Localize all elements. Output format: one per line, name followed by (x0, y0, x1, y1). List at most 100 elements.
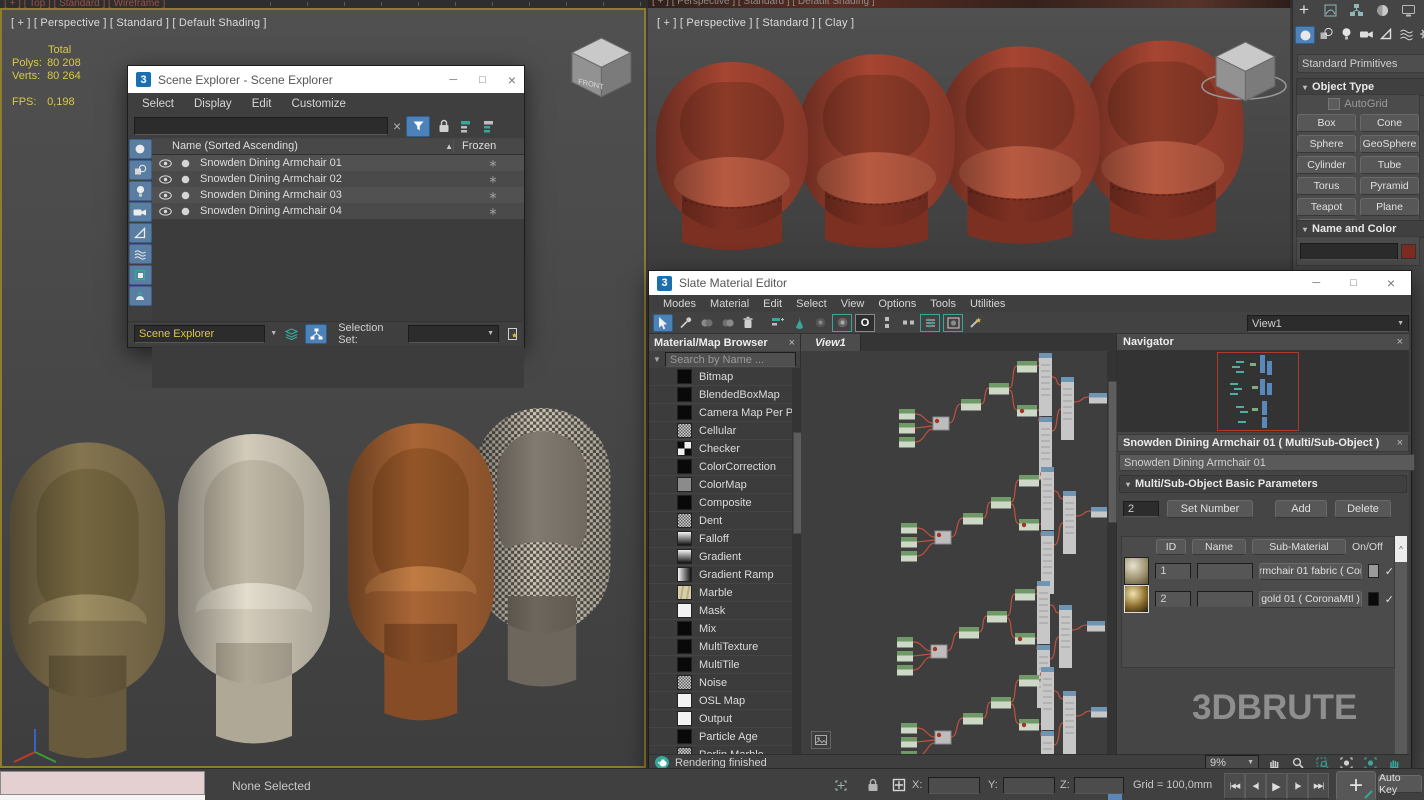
filter-helpers-icon[interactable] (129, 223, 152, 243)
geometry-category-icon[interactable] (1295, 26, 1315, 44)
object-name[interactable]: Snowden Dining Armchair 02 (192, 173, 462, 185)
filter-containers-icon[interactable] (129, 265, 152, 285)
maximize-button[interactable]: □ (479, 74, 486, 86)
navigator-view-rect[interactable] (1217, 352, 1299, 431)
go-to-start-button[interactable]: |◀◀ (1224, 773, 1245, 799)
lock-icon[interactable] (435, 118, 453, 134)
object-name[interactable]: Snowden Dining Armchair 03 (192, 189, 462, 201)
map-list-item[interactable]: Marble (649, 584, 792, 602)
shapes-category-icon[interactable] (1317, 26, 1335, 42)
material-count-field[interactable]: 2 (1123, 501, 1159, 517)
map-list-item[interactable]: MultiTexture (649, 638, 792, 656)
frozen-toggle-icon[interactable]: ∗ (462, 189, 524, 202)
map-list-item[interactable]: Output (649, 710, 792, 728)
submaterial-color-swatch[interactable] (1368, 592, 1379, 606)
primitive-button[interactable]: Tube (1360, 156, 1419, 174)
menu-customize[interactable]: Customize (292, 98, 346, 110)
object-color-swatch[interactable] (1401, 244, 1416, 259)
map-list-item[interactable]: Gradient (649, 548, 792, 566)
systems-category-icon[interactable] (1417, 26, 1424, 42)
table-row[interactable]: Snowden Dining Armchair 03 ∗ (152, 187, 524, 203)
table-row[interactable]: Snowden Dining Armchair 01 ∗ (152, 155, 524, 171)
viewport-label[interactable]: [ + ] [ Perspective ] [ Standard ] [ Def… (11, 17, 267, 29)
menu-utilities[interactable]: Utilities (970, 298, 1005, 310)
menu-select[interactable]: Select (796, 298, 827, 310)
submaterial-name-field[interactable] (1197, 563, 1254, 579)
map-list-item[interactable]: Mix (649, 620, 792, 638)
filter-geometry-icon[interactable] (129, 139, 152, 159)
browser-search-input[interactable]: Search by Name ... (665, 352, 796, 367)
id-column-button[interactable]: ID (1156, 539, 1186, 555)
navigator-thumbnail[interactable] (1117, 350, 1409, 432)
selection-region-icon[interactable] (832, 777, 850, 793)
macro-listener-strip[interactable] (0, 771, 205, 795)
menu-material[interactable]: Material (710, 298, 749, 310)
listener-white-strip[interactable] (0, 795, 205, 800)
tab-view1[interactable]: View1 (801, 334, 861, 351)
autogrid-checkbox[interactable] (1328, 98, 1340, 110)
object-name[interactable]: Snowden Dining Armchair 01 (192, 157, 462, 169)
motion-tab-icon[interactable] (1373, 2, 1391, 18)
canvas-image-icon[interactable] (811, 731, 831, 749)
previous-frame-button[interactable]: ◀|| (1245, 773, 1266, 799)
primitive-button[interactable]: Teapot (1297, 198, 1356, 216)
filter-icon[interactable] (406, 116, 430, 137)
close-button[interactable]: × (1387, 275, 1395, 291)
viewcube[interactable]: FRONT (562, 36, 642, 106)
show-background-icon[interactable] (832, 314, 852, 332)
menu-edit[interactable]: Edit (763, 298, 782, 310)
maximize-button[interactable]: □ (1350, 277, 1357, 289)
close-panel-icon[interactable]: × (1397, 437, 1408, 449)
node-canvas[interactable] (801, 351, 1107, 754)
play-button[interactable]: ▶ (1266, 773, 1287, 799)
map-list-item[interactable]: ColorMap (649, 476, 792, 494)
filter-cameras-icon[interactable] (129, 202, 152, 222)
layout-vertical-icon[interactable] (878, 315, 896, 331)
map-list-item[interactable]: Dent (649, 512, 792, 530)
minimize-button[interactable]: ─ (449, 74, 457, 86)
auto-key-button[interactable]: Auto Key (1378, 775, 1422, 793)
frozen-toggle-icon[interactable]: ∗ (462, 157, 524, 170)
set-number-button[interactable]: Set Number (1167, 500, 1253, 518)
material-preview-swatch[interactable] (1124, 585, 1149, 613)
primitive-button[interactable]: Box (1297, 114, 1356, 132)
absolute-mode-icon[interactable] (890, 777, 908, 793)
collapse-tree-icon[interactable] (481, 118, 499, 134)
filter-lights-icon[interactable] (129, 181, 152, 201)
primitive-button[interactable]: Sphere (1297, 135, 1356, 153)
primitive-category-dropdown[interactable]: Standard Primitives (1297, 54, 1424, 73)
browser-scrollbar[interactable] (792, 368, 801, 754)
delete-button[interactable]: Delete (1335, 500, 1391, 518)
menu-edit[interactable]: Edit (252, 98, 272, 110)
submaterial-id-field[interactable]: 1 (1155, 563, 1190, 579)
map-list-item[interactable]: Gradient Ramp (649, 566, 792, 584)
add-button[interactable]: Add (1275, 500, 1327, 518)
delete-icon[interactable] (739, 315, 757, 331)
layout-horizontal-icon[interactable] (899, 315, 917, 331)
close-panel-icon[interactable]: × (1397, 336, 1409, 348)
show-maps-toggle-icon[interactable]: O (855, 314, 875, 332)
browser-toggle-icon[interactable] (943, 314, 963, 332)
material-preview-icon[interactable] (790, 315, 808, 331)
view-selector-dropdown[interactable]: View1 ▼ (1247, 315, 1409, 332)
pick-material-icon[interactable] (676, 315, 694, 331)
material-preview-swatch[interactable] (1124, 557, 1149, 585)
menu-display[interactable]: Display (194, 98, 232, 110)
show-children-icon[interactable] (769, 315, 787, 331)
slate-titlebar[interactable]: 3 Slate Material Editor ─ □ × (649, 271, 1411, 295)
map-list-item[interactable]: Mask (649, 602, 792, 620)
create-selection-set-icon[interactable] (504, 326, 522, 342)
submaterial-id-field[interactable]: 2 (1155, 591, 1190, 607)
assign-to-selection-icon[interactable] (718, 315, 736, 331)
viewcube[interactable] (1200, 38, 1290, 116)
hierarchy-tab-icon[interactable] (1347, 2, 1365, 18)
table-row[interactable]: Snowden Dining Armchair 04 ∗ (152, 203, 524, 219)
map-list-item[interactable]: Particle Age (649, 728, 792, 746)
next-frame-button[interactable]: ||▶ (1287, 773, 1308, 799)
visibility-eye-icon[interactable] (152, 155, 178, 171)
map-list-item[interactable]: Perlin Marble (649, 746, 792, 754)
visibility-eye-icon[interactable] (152, 187, 178, 203)
menu-view[interactable]: View (841, 298, 865, 310)
primitive-button[interactable]: Cone (1360, 114, 1419, 132)
search-input[interactable] (134, 117, 388, 135)
